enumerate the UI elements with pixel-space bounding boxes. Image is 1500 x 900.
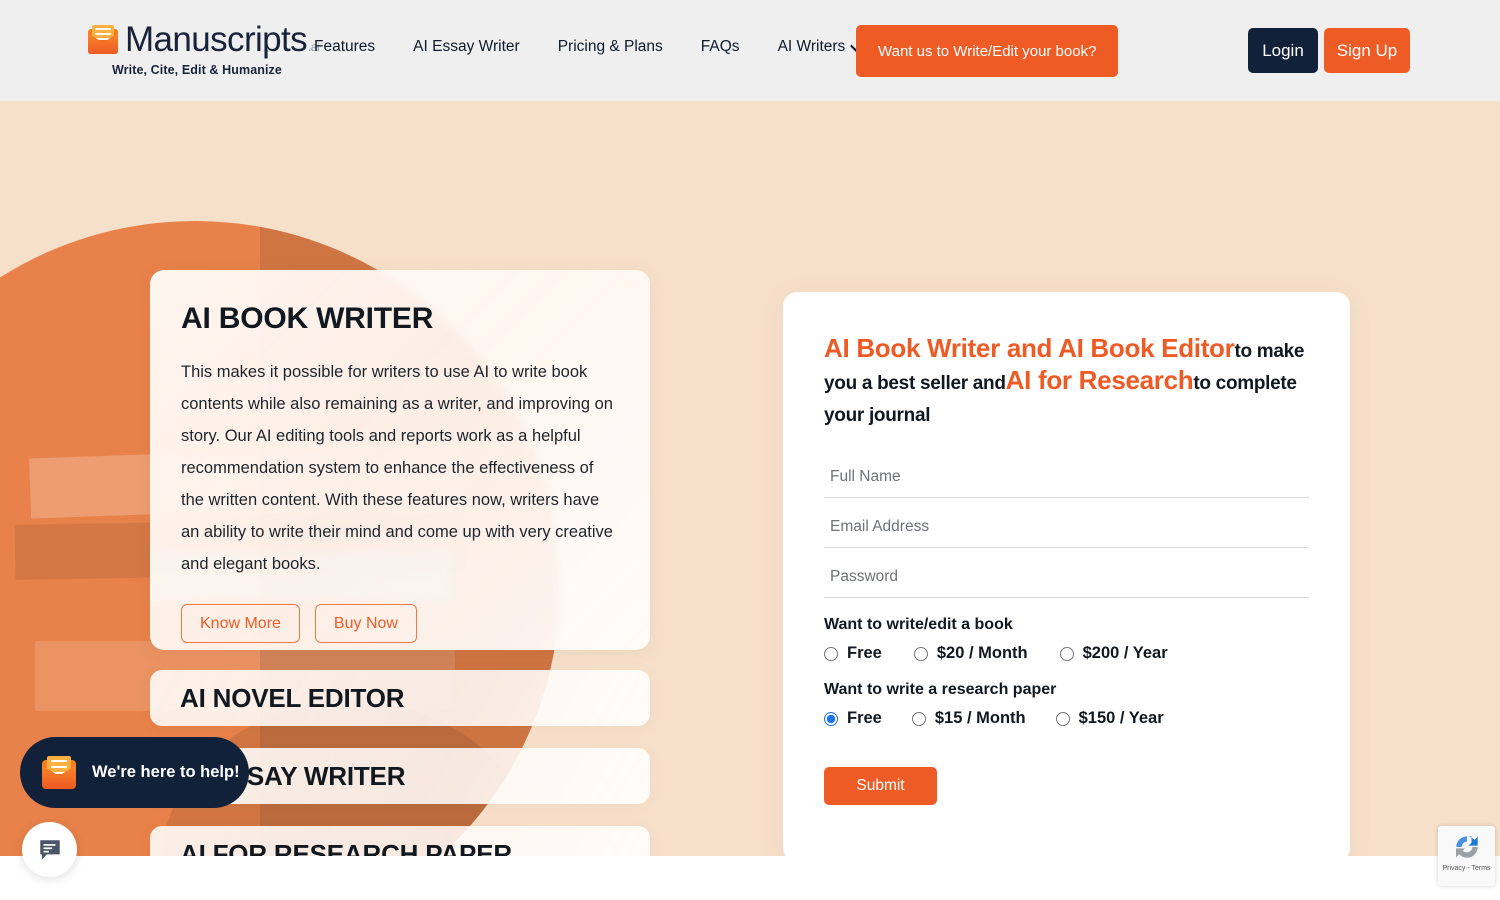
research-plan-option-yearly[interactable]: $150 / Year [1055,709,1164,728]
email-address-input[interactable] [824,510,1309,548]
chat-launcher-button[interactable] [22,822,77,877]
page-footer-area [0,856,1500,900]
nav-label: FAQs [700,38,740,55]
accordion-item-ai-for-research-paper[interactable]: AI FOR RESEARCH PAPER [150,826,650,856]
book-plan-yearly-label: $200 / Year [1082,644,1168,662]
accordion-item-ai-novel-editor[interactable]: AI NOVEL EDITOR [150,670,650,726]
nav-label: Pricing & Plans [557,38,663,55]
research-plan-monthly-label: $15 / Month [934,709,1026,727]
research-plan-radio-group: Free $15 / Month $150 / Year [824,709,1309,728]
nav-item-features[interactable]: Features [314,38,375,56]
book-plan-yearly-radio[interactable] [1059,646,1074,661]
book-plan-monthly-radio[interactable] [913,646,928,661]
nav-item-ai-essay-writer[interactable]: AI Essay Writer [413,38,520,56]
research-plan-yearly-label: $150 / Year [1078,709,1164,727]
recaptcha-icon [1455,836,1478,858]
write-edit-book-cta-button[interactable]: Want us to Write/Edit your book? [856,25,1119,77]
research-plan-yearly-radio[interactable] [1055,711,1070,726]
feature-card-body: This makes it possible for writers to us… [181,363,613,573]
research-plan-option-free[interactable]: Free [824,709,882,728]
nav-item-pricing-plans[interactable]: Pricing & Plans [558,38,663,56]
research-plan-free-label: Free [847,709,882,727]
nav-label: Features [314,38,376,55]
logo-name: Manuscripts [125,20,308,59]
book-plan-option-free[interactable]: Free [824,644,882,663]
submit-button[interactable]: Submit [824,767,937,805]
book-plan-free-radio[interactable] [824,646,838,661]
buy-now-button[interactable]: Buy Now [314,604,417,643]
logo-tagline: Write, Cite, Edit & Humanize [112,63,282,77]
book-plan-monthly-label: $20 / Month [936,644,1028,662]
chat-greeting-text: We're here to help! [92,763,240,781]
nav-item-faqs[interactable]: FAQs [701,38,740,56]
logo-wordmark: Manuscripts.ai [125,20,320,59]
accordion-title: AI FOR RESEARCH PAPER [180,838,512,857]
envelope-book-icon [88,25,118,54]
site-header: Manuscripts.ai Write, Cite, Edit & Human… [0,0,1500,101]
login-button[interactable]: Login [1248,28,1318,73]
full-name-input[interactable] [824,460,1309,498]
book-plan-option-yearly[interactable]: $200 / Year [1059,644,1168,663]
recaptcha-badge[interactable]: Privacy - Terms [1438,826,1495,886]
chat-message-icon [39,839,60,860]
form-heading: AI Book Writer and AI Book Editorto make… [824,334,1309,430]
nav-label: AI Writers [777,38,846,55]
research-plan-free-radio[interactable] [824,711,838,726]
manuscripts-envelope-icon [42,756,76,789]
nav-item-ai-writers[interactable]: AI Writers [777,38,864,56]
logo[interactable]: Manuscripts.ai Write, Cite, Edit & Human… [88,20,320,77]
book-plan-radio-group: Free $20 / Month $200 / Year [824,644,1309,663]
signup-button[interactable]: Sign Up [1324,28,1410,73]
form-heading-part3: AI for Research [1005,365,1194,395]
research-plan-group-label: Want to write a research paper [824,681,1057,698]
book-plan-option-monthly[interactable]: $20 / Month [913,644,1028,663]
nav-label: AI Essay Writer [413,38,520,55]
research-plan-monthly-radio[interactable] [911,711,926,726]
feature-card-title: AI BOOK WRITER [181,302,434,335]
form-heading-part1: AI Book Writer and AI Book Editor [824,333,1235,363]
signup-form-card: AI Book Writer and AI Book Editorto make… [783,292,1350,856]
feature-card-actions: Know More Buy Now [181,604,620,643]
feature-card-ai-book-writer: AI BOOK WRITER This makes it possible fo… [150,270,650,650]
recaptcha-privacy-terms[interactable]: Privacy - Terms [1442,865,1490,872]
book-plan-free-label: Free [847,644,882,662]
password-input[interactable] [824,560,1309,598]
know-more-button[interactable]: Know More [181,604,300,643]
accordion-title: AI NOVEL EDITOR [180,682,405,713]
research-plan-option-monthly[interactable]: $15 / Month [911,709,1026,728]
book-plan-group-label: Want to write/edit a book [824,616,1013,633]
chat-greeting-bubble[interactable]: We're here to help! [20,737,249,808]
